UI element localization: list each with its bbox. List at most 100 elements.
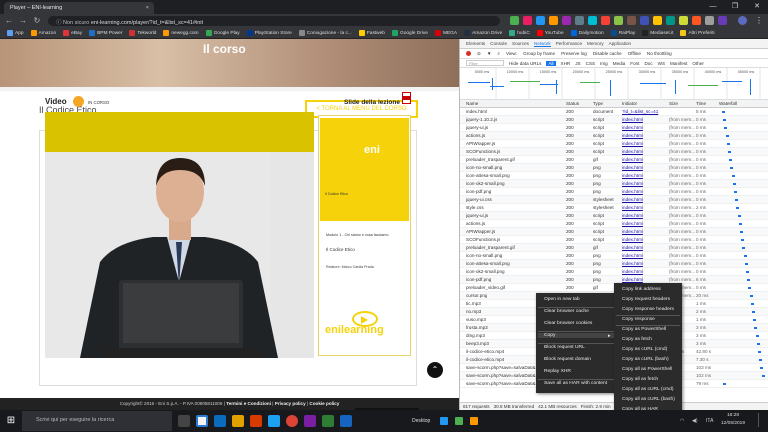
profile-avatar[interactable] [738, 16, 747, 25]
extension-icon[interactable] [666, 16, 675, 25]
bookmark-item[interactable]: hubiC [506, 30, 533, 36]
menu-item-copy-response[interactable]: Copy response [622, 317, 655, 322]
devtools-tab-performance[interactable]: Performance [556, 41, 582, 46]
clear-icon[interactable]: ⊘ [477, 51, 481, 57]
filter-type-ws[interactable]: WS [658, 61, 665, 66]
filter-type-doc[interactable]: Doc [644, 61, 652, 66]
filter-icon[interactable]: ▼ [487, 51, 492, 56]
col-time[interactable]: Time [696, 101, 706, 106]
cell-init[interactable]: index.html [622, 269, 643, 274]
menu-item-copy-all-as-powershell[interactable]: Copy all as PowerShell [622, 367, 672, 372]
forward-arrow-icon[interactable]: → [18, 16, 28, 26]
cell-init[interactable]: index.html [622, 173, 643, 178]
explorer-icon[interactable] [196, 415, 208, 427]
record-icon[interactable] [466, 51, 471, 56]
browser-tab[interactable]: Player – ENI-learning × [4, 2, 154, 14]
cell-init[interactable]: index.html [622, 221, 643, 226]
cell-init[interactable]: index.html [622, 141, 643, 146]
cell-init[interactable]: index.html [622, 245, 643, 250]
network-request-row[interactable]: jquery-ui.js 200 script index.html (from mem… [460, 124, 768, 132]
edge-icon[interactable] [214, 415, 226, 427]
network-request-row[interactable]: jquery-ui.css 200 stylesheet index.html (fro… [460, 196, 768, 204]
offline-checkbox[interactable]: Offline [628, 51, 641, 56]
address-bar[interactable]: ⓘ Non sicuro eni-learning.com/player/?id… [48, 16, 500, 26]
reload-icon[interactable]: ↻ [32, 16, 42, 26]
devtools-tab-network[interactable]: Network [533, 41, 551, 47]
network-request-row[interactable]: SCOFunctions.js 200 script index.html (from … [460, 236, 768, 244]
extension-icon[interactable] [549, 16, 558, 25]
filter-type-js[interactable]: JS [575, 61, 580, 66]
network-request-row[interactable]: icon-no-small.png 200 png index.html (from m… [460, 164, 768, 172]
devtools-tab-elements[interactable]: Elements [466, 41, 485, 46]
menu-item-block-request-url[interactable]: Block request URL [544, 345, 585, 350]
cell-init[interactable]: index.html [622, 181, 643, 186]
task-view-icon[interactable] [178, 415, 190, 427]
bookmark-item[interactable]: Altri Preferiti [677, 30, 717, 36]
cell-init[interactable]: index.html [622, 261, 643, 266]
office-icon[interactable] [250, 415, 262, 427]
network-request-row[interactable]: icon-ok2-small.png 200 png index.html (from … [460, 180, 768, 188]
menu-item-copy-link-address[interactable]: Copy link address [622, 287, 661, 292]
volume-icon[interactable]: ◀) [692, 418, 698, 424]
cell-init[interactable]: index.html [622, 205, 643, 210]
network-request-row[interactable]: jquery-ui.js 200 script index.html (from mem… [460, 212, 768, 220]
bookmark-item[interactable]: App [4, 30, 27, 36]
extension-icon[interactable] [575, 16, 584, 25]
menu-item-open-in-new-tab[interactable]: Open in new tab [544, 297, 580, 302]
bookmark-item[interactable]: Dailymotion [568, 30, 607, 36]
app-icon[interactable] [470, 417, 478, 425]
bookmark-item[interactable]: Google Play [203, 30, 243, 36]
cell-init[interactable]: index.html [622, 133, 643, 138]
filter-type-font[interactable]: Font [630, 61, 639, 66]
bookmark-item[interactable]: Tekworld [126, 30, 159, 36]
cookie-link[interactable]: Cookie policy [309, 401, 339, 406]
extension-icon[interactable] [705, 16, 714, 25]
extension-icon[interactable] [510, 16, 519, 25]
bookmark-item[interactable]: Mediaset.it [639, 30, 676, 36]
bookmark-item[interactable]: Coniugazione - la c... [296, 30, 355, 36]
network-request-row[interactable]: style.css 200 stylesheet index.html (from me… [460, 204, 768, 212]
network-request-row[interactable]: icon-attesa-small.png 200 png index.html (fr… [460, 260, 768, 268]
filter-type-css[interactable]: CSS [586, 61, 595, 66]
col-status[interactable]: Status [566, 101, 579, 106]
close-window-button[interactable]: ✕ [746, 0, 768, 14]
disable-cache-checkbox[interactable]: Disable cache [593, 51, 622, 56]
cell-init[interactable]: index.html [622, 213, 643, 218]
pdf-icon[interactable] [402, 92, 411, 104]
chrome-icon[interactable] [286, 415, 298, 427]
network-request-row[interactable]: icon-ok2-small.png 200 png index.html (from … [460, 268, 768, 276]
menu-item-block-request-domain[interactable]: Block request domain [544, 357, 591, 362]
cell-init[interactable]: index.html [622, 189, 643, 194]
system-clock[interactable]: 16:28 12/05/2019 [721, 412, 745, 428]
network-request-row[interactable]: index.html 200 document ?id_t=&list_sc=41 5 … [460, 108, 768, 116]
cell-init[interactable]: index.html [622, 253, 643, 258]
col-size[interactable]: Size [669, 101, 678, 106]
menu-item-copy[interactable]: Copy [538, 333, 615, 338]
col-name[interactable]: Name [466, 101, 478, 106]
taskbar-search-input[interactable]: Scrivi qui per eseguire la ricerca [22, 411, 172, 431]
cell-init[interactable]: index.html [622, 125, 643, 130]
extension-icon[interactable] [653, 16, 662, 25]
devtools-tab-sources[interactable]: Sources [512, 41, 529, 46]
cell-init[interactable]: index.html [622, 157, 643, 162]
network-request-row[interactable]: icon-pdf.png 200 png index.html (from mem...… [460, 188, 768, 196]
bookmark-item[interactable]: eBay [60, 30, 85, 36]
group-by-frame-checkbox[interactable]: Group by frame [523, 51, 555, 56]
extension-icon[interactable] [523, 16, 532, 25]
filter-type-hide-data-urls[interactable]: Hide data URLs [509, 61, 541, 66]
throttling-select[interactable]: No throttling [647, 51, 672, 56]
bookmark-item[interactable]: RaiPlay [608, 30, 639, 36]
network-request-row[interactable]: APIWrapper.js 200 script index.html (from me… [460, 140, 768, 148]
devtools-tab-console[interactable]: Console [490, 41, 507, 46]
menu-item-clear-browser-cache[interactable]: Clear browser cache [544, 309, 589, 314]
bookmark-item[interactable]: MEGA [432, 30, 460, 36]
devtools-tab-memory[interactable]: Memory [587, 41, 604, 46]
devtools-tab-application[interactable]: Application [609, 41, 631, 46]
menu-kebab-icon[interactable]: ⋮ [754, 16, 764, 26]
slide-thumbnail[interactable]: eni Il Codice Etico [320, 118, 409, 221]
extension-icon[interactable] [601, 16, 610, 25]
search-icon[interactable]: ⌕ [497, 51, 500, 56]
language-icon[interactable]: ITA [706, 418, 713, 424]
video-player[interactable] [45, 112, 314, 358]
menu-item-clear-browser-cookies[interactable]: Clear browser cookies [544, 321, 592, 326]
